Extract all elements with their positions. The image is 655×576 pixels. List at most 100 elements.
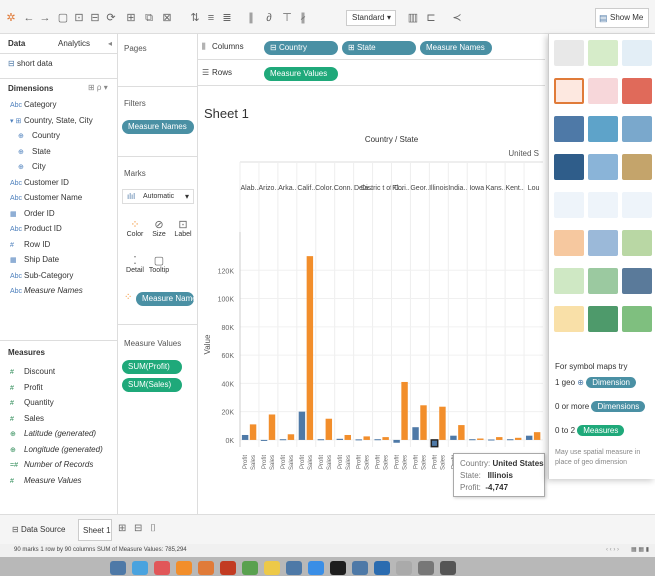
dock-app-icon[interactable] (286, 561, 302, 575)
new-worksheet-icon[interactable]: ⊞ (118, 523, 126, 534)
dock-app-icon[interactable] (198, 561, 214, 575)
measure-item[interactable]: # Profit (10, 382, 43, 394)
present-icon[interactable]: ⊏ (424, 11, 438, 25)
show-me-horizontal-bars-icon[interactable] (554, 116, 584, 142)
measure-item[interactable]: ⊕ Longitude (generated) (10, 444, 103, 456)
view-mode-icons[interactable]: ▦ ▦ ▮ (631, 544, 649, 557)
measure-item[interactable]: # Discount (10, 366, 55, 378)
new-worksheet-icon[interactable]: ⊞ (124, 11, 138, 25)
columns-shelf[interactable]: ⫼ Columns ⊟ Country ⊞ State Measure Name… (198, 36, 545, 60)
pager-icons[interactable]: ‹ ‹ › › (606, 544, 619, 557)
dimension-item[interactable]: Abc Product ID (10, 223, 62, 235)
show-me-stacked-bars-icon[interactable] (588, 116, 618, 142)
show-me-packed-bubbles-icon[interactable] (622, 306, 652, 332)
show-me-bullet-icon[interactable] (588, 306, 618, 332)
search-icon[interactable]: ⊞ ρ ▾ (88, 83, 108, 92)
dock-app-icon[interactable] (154, 561, 170, 575)
dimension-item[interactable]: ▾ ⊞ Country, State, City (10, 115, 93, 127)
show-me-area-discrete-icon[interactable] (588, 230, 618, 256)
new-datasource-icon[interactable]: ⊡ (72, 11, 86, 25)
marks-detail-button[interactable]: ⁚ Detail (124, 254, 146, 274)
collapse-icon[interactable]: ◂ (108, 39, 112, 48)
dimension-item[interactable]: # Row ID (10, 239, 50, 251)
rows-pill-measure-values[interactable]: Measure Values (264, 67, 338, 81)
undo-icon[interactable]: ⟳ (104, 11, 118, 25)
dock-app-icon[interactable] (176, 561, 192, 575)
show-me-gantt-icon[interactable] (554, 306, 584, 332)
show-me-box-whisker-icon[interactable] (622, 268, 652, 294)
dock-app-icon[interactable] (418, 561, 434, 575)
mv-pill-sales[interactable]: SUM(Sales) (122, 378, 182, 392)
sort-desc-icon[interactable]: ≣ (220, 11, 234, 25)
new-dashboard-icon[interactable]: ⊟ (134, 523, 142, 534)
show-me-pie-chart-icon[interactable] (622, 78, 652, 104)
columns-pill-state[interactable]: ⊞ State (342, 41, 416, 55)
show-me-treemap-icon[interactable] (554, 154, 584, 180)
columns-pill-measure-names[interactable]: Measure Names (420, 41, 492, 55)
new-story-icon[interactable]: ⌷ (150, 523, 156, 534)
dock-app-icon[interactable] (110, 561, 126, 575)
show-me-dual-combination-icon[interactable] (622, 230, 652, 256)
dock-app-icon[interactable] (330, 561, 346, 575)
back-icon[interactable]: ← (22, 11, 36, 25)
show-me-text-table-icon[interactable] (554, 40, 584, 66)
show-me-highlight-table-icon[interactable] (622, 40, 652, 66)
measure-item[interactable]: =# Number of Records (10, 459, 93, 471)
show-me-line-discrete-icon[interactable] (588, 192, 618, 218)
dock-app-icon[interactable] (308, 561, 324, 575)
label-icon[interactable]: ⊤ (280, 11, 294, 25)
clear-icon[interactable]: ⊠ (160, 11, 174, 25)
show-me-scatter-plot-icon[interactable] (554, 268, 584, 294)
dimension-item[interactable]: ⊕ State (18, 146, 51, 158)
dimension-item[interactable]: ▦ Order ID (10, 208, 55, 220)
marks-label-button[interactable]: ⊡ Label (172, 218, 194, 238)
duplicate-icon[interactable]: ⧉ (142, 11, 156, 25)
save-icon[interactable]: ▢ (56, 11, 70, 25)
mark-type-dropdown[interactable]: ılıl Automatic ▾ (122, 189, 194, 204)
sort-asc-icon[interactable]: ≡ (204, 11, 218, 25)
marks-size-button[interactable]: ⊘ Size (148, 218, 170, 238)
measure-item[interactable]: # Measure Values (10, 475, 82, 487)
tableau-icon[interactable]: ✲ (4, 11, 18, 25)
share-icon[interactable]: ≺ (450, 11, 464, 25)
marks-color-button[interactable]: ⁘ Color (124, 218, 146, 238)
show-me-line-continuous-icon[interactable] (554, 192, 584, 218)
measure-item[interactable]: ⊕ Latitude (generated) (10, 428, 96, 440)
tab-analytics[interactable]: Analytics (58, 39, 90, 48)
dock-app-icon[interactable] (374, 561, 390, 575)
show-me-side-by-side-circles-icon[interactable] (622, 154, 652, 180)
marks-tooltip-button[interactable]: ▢ Tooltip (148, 254, 170, 274)
dock-app-icon[interactable] (396, 561, 412, 575)
datasource-item[interactable]: ⊟ short data (8, 59, 53, 68)
show-me-button[interactable]: ▤ Show Me (595, 8, 649, 28)
dimension-item[interactable]: ▦ Ship Date (10, 254, 59, 266)
chart-icon[interactable]: ▥ (406, 11, 420, 25)
dock-app-icon[interactable] (264, 561, 280, 575)
show-me-filled-map-icon[interactable] (588, 78, 618, 104)
show-me-side-by-side-bars-icon[interactable] (622, 116, 652, 142)
filter-pill-measure-names[interactable]: Measure Names (122, 120, 194, 134)
show-me-heat-map-icon[interactable] (588, 40, 618, 66)
tab-data[interactable]: Data (8, 39, 25, 48)
dock-app-icon[interactable] (132, 561, 148, 575)
dock-app-icon[interactable] (440, 561, 456, 575)
highlight-icon[interactable]: ∥ (244, 11, 258, 25)
show-me-area-continuous-icon[interactable] (554, 230, 584, 256)
datasource-icon[interactable]: ⊟ (88, 11, 102, 25)
pin-icon[interactable]: ∦ (296, 11, 310, 25)
rows-shelf[interactable]: ☰ Rows Measure Values (198, 62, 545, 86)
dimension-item[interactable]: ⊕ Country (18, 130, 60, 142)
show-me-dual-lines-icon[interactable] (622, 192, 652, 218)
tab-sheet1[interactable]: Sheet 1 (78, 519, 112, 541)
measure-item[interactable]: # Quantity (10, 397, 54, 409)
group-icon[interactable]: ∂ (262, 11, 276, 25)
mv-pill-profit[interactable]: SUM(Profit) (122, 360, 182, 374)
show-me-circle-views-icon[interactable] (588, 154, 618, 180)
swap-icon[interactable]: ⇅ (188, 11, 202, 25)
columns-pill-country[interactable]: ⊟ Country (264, 41, 338, 55)
forward-icon[interactable]: → (38, 11, 52, 25)
fit-dropdown[interactable]: Standard ▾ (346, 10, 396, 26)
color-pill-measure-names[interactable]: Measure Names (136, 292, 194, 306)
dimension-item[interactable]: Abc Sub-Category (10, 270, 73, 282)
tab-data-source[interactable]: ⊟ Data Source (12, 525, 65, 534)
